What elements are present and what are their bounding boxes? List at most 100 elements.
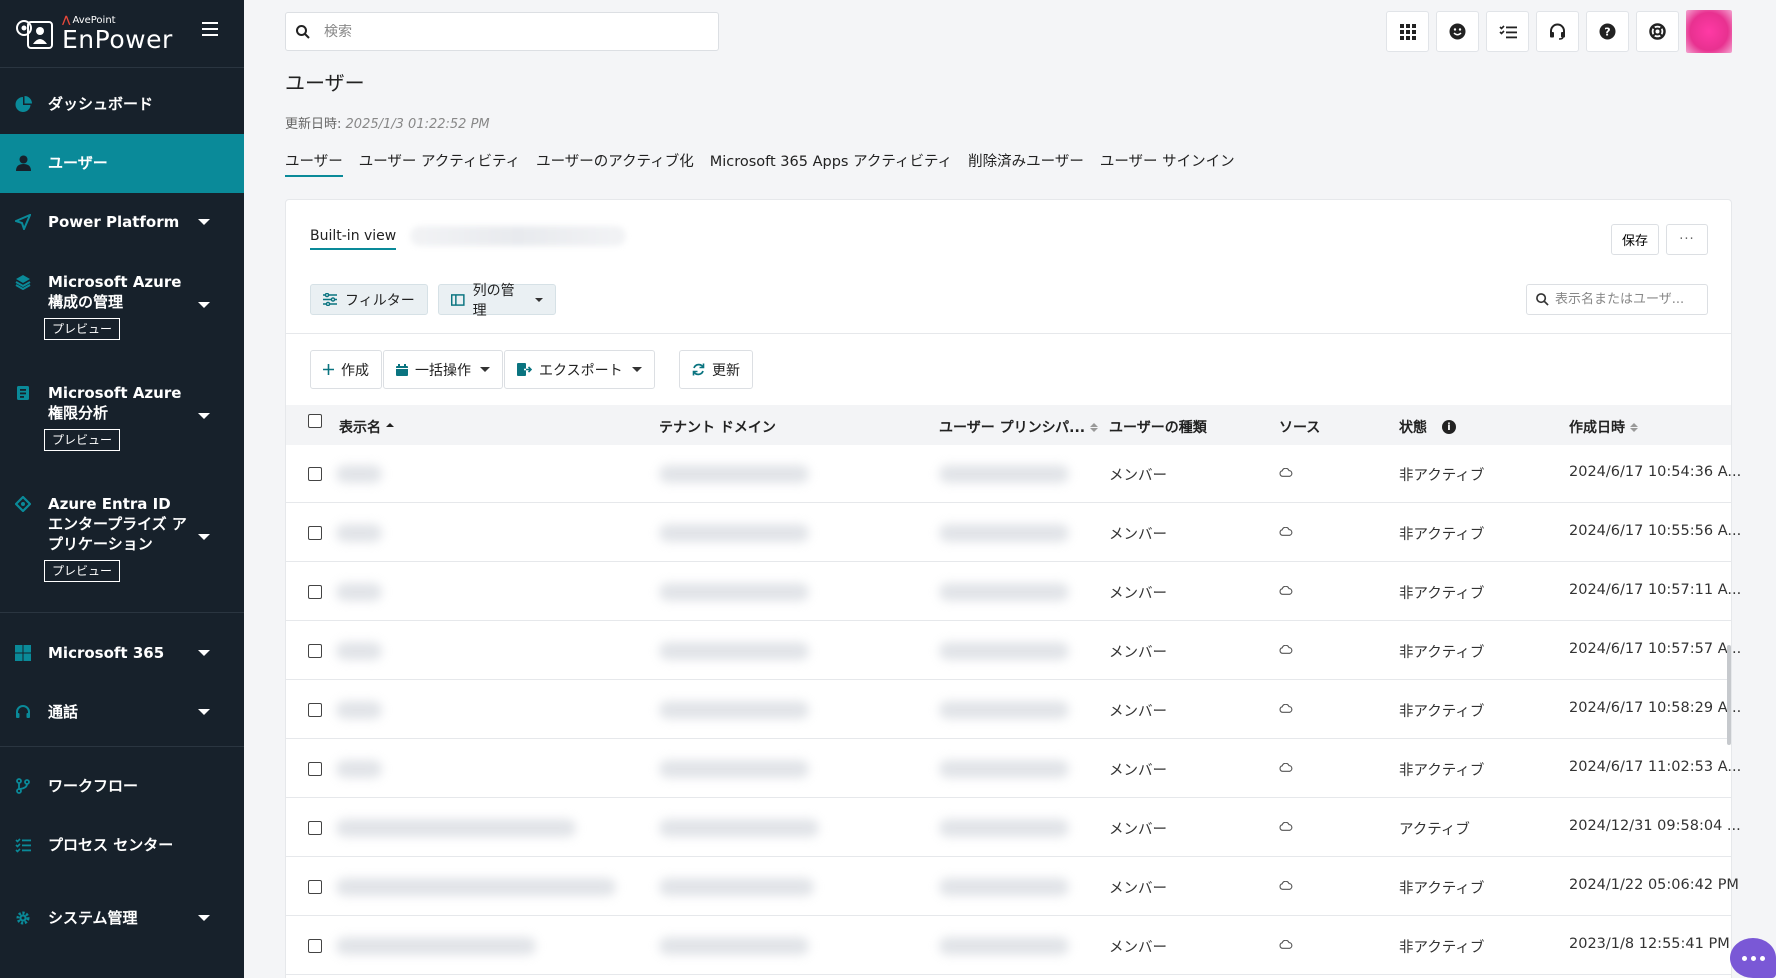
chevron-down-icon[interactable] [198, 534, 210, 540]
table-row[interactable]: メンバー 非アクティブ 2024/6/17 10:55:56 A... [286, 504, 1741, 562]
tab-deleted-users[interactable]: 削除済みユーザー [968, 150, 1084, 177]
more-options-button[interactable]: ··· [1666, 224, 1708, 255]
created-cell: 2024/6/17 10:54:36 A... [1569, 464, 1742, 480]
tab-user-activation[interactable]: ユーザーのアクティブ化 [536, 150, 694, 177]
table-scrollbar[interactable] [1727, 645, 1731, 745]
redacted-display-name[interactable] [336, 524, 382, 542]
column-display-name[interactable]: 表示名 [339, 417, 394, 437]
manage-columns-button[interactable]: 列の管理 [438, 283, 556, 319]
table-row[interactable]: メンバー 非アクティブ 2024/1/22 05:06:42 PM [286, 858, 1739, 916]
tasks-icon[interactable] [1486, 11, 1529, 52]
bulk-actions-button[interactable]: 一括操作 [383, 350, 503, 389]
calendar-icon [396, 363, 408, 376]
info-icon[interactable]: i [1442, 420, 1456, 434]
chevron-down-icon[interactable] [198, 413, 210, 419]
row-checkbox[interactable] [308, 526, 322, 540]
status-cell: 非アクティブ [1399, 645, 1485, 661]
redacted-upn [939, 878, 1069, 896]
row-checkbox[interactable] [308, 644, 322, 658]
tab-users[interactable]: ユーザー [285, 150, 343, 177]
sidebar-item-process-center[interactable]: プロセス センター [0, 835, 244, 855]
support-headset-icon[interactable] [1536, 11, 1579, 52]
tab-built-in-view[interactable]: Built-in view [310, 228, 397, 250]
chevron-down-icon[interactable] [198, 302, 210, 308]
sidebar-item-m365[interactable]: Microsoft 365 [0, 643, 244, 663]
redacted-display-name[interactable] [336, 465, 382, 483]
chevron-down-icon[interactable] [198, 650, 210, 656]
sidebar-item-power-platform[interactable]: Power Platform [0, 212, 244, 232]
column-created[interactable]: 作成日時 [1569, 417, 1638, 437]
refresh-button[interactable]: 更新 [679, 350, 753, 389]
hamburger-menu-icon[interactable] [202, 22, 218, 36]
global-search[interactable] [285, 12, 719, 51]
table-search-input[interactable] [1555, 292, 1705, 307]
redacted-view-tab[interactable] [410, 226, 627, 246]
table-row[interactable]: メンバー 非アクティブ 2023/1/8 12:55:41 PM [286, 917, 1731, 975]
sidebar-item-workflow[interactable]: ワークフロー [0, 776, 244, 796]
sidebar-item-system-admin[interactable]: システム管理 [0, 908, 244, 928]
tab-user-signin[interactable]: ユーザー サインイン [1100, 150, 1235, 177]
chevron-down-icon[interactable] [198, 915, 210, 921]
column-tenant-domain[interactable]: テナント ドメイン [659, 417, 776, 437]
svg-text:?: ? [1604, 26, 1610, 39]
table-row[interactable]: メンバー 非アクティブ 2024/6/17 10:57:57 A... [286, 622, 1741, 680]
filter-button[interactable]: フィルター [310, 284, 428, 315]
row-checkbox[interactable] [308, 703, 322, 717]
row-checkbox[interactable] [308, 939, 322, 953]
row-checkbox[interactable] [308, 467, 322, 481]
sort-icon[interactable] [1090, 422, 1099, 432]
row-checkbox[interactable] [308, 762, 322, 776]
sidebar-item-label: プロセス センター [48, 836, 174, 854]
redacted-display-name[interactable] [336, 701, 382, 719]
feedback-smiley-icon[interactable] [1436, 11, 1479, 52]
redacted-display-name[interactable] [336, 878, 616, 896]
tab-m365-apps-activity[interactable]: Microsoft 365 Apps アクティビティ [710, 150, 952, 177]
avatar[interactable] [1686, 10, 1732, 53]
help-icon[interactable]: ? [1586, 11, 1629, 52]
brand-company: ⋀ AvePoint [62, 14, 116, 26]
column-source[interactable]: ソース [1279, 417, 1320, 437]
redacted-display-name[interactable] [336, 819, 576, 837]
chevron-down-icon[interactable] [198, 709, 210, 715]
column-upn[interactable]: ユーザー プリンシパ... [939, 417, 1099, 437]
sliders-icon [323, 293, 337, 306]
row-checkbox[interactable] [308, 880, 322, 894]
global-search-input[interactable] [324, 23, 684, 40]
select-all-checkbox[interactable] [308, 414, 322, 428]
lifebuoy-icon[interactable] [1636, 11, 1679, 52]
sidebar-item-dashboard[interactable]: ダッシュボード [0, 94, 244, 114]
tab-user-activity[interactable]: ユーザー アクティビティ [359, 150, 520, 177]
sidebar-item-calls[interactable]: 通話 [0, 702, 244, 722]
sidebar-item-entra-id[interactable]: Azure Entra ID エンタープライズ アプリケーション [0, 494, 244, 574]
redacted-display-name[interactable] [336, 583, 382, 601]
create-button[interactable]: 作成 [310, 350, 382, 389]
chevron-down-icon[interactable] [198, 219, 210, 225]
sidebar-item-label: Microsoft Azure 構成の管理 [48, 273, 182, 311]
table-row[interactable]: メンバー 非アクティブ 2024/6/17 10:57:11 A... [286, 563, 1741, 621]
app-launcher-icon[interactable] [1386, 11, 1429, 52]
sidebar-item-users[interactable]: ユーザー [0, 134, 244, 193]
redacted-display-name[interactable] [336, 937, 536, 955]
column-status[interactable]: 状態 i [1399, 417, 1456, 437]
table-row[interactable]: メンバー 非アクティブ 2024/6/17 10:58:29 A... [286, 681, 1741, 739]
send-icon [14, 213, 32, 231]
table-search[interactable] [1526, 284, 1708, 315]
table-row[interactable]: メンバー アクティブ 2024/12/31 09:58:04 ... [286, 799, 1741, 857]
column-user-type[interactable]: ユーザーの種類 [1109, 417, 1207, 437]
table-row[interactable]: メンバー 非アクティブ 2024/6/17 10:54:36 A... [286, 445, 1741, 503]
redacted-display-name[interactable] [336, 642, 382, 660]
chat-assistant-button[interactable] [1730, 938, 1776, 978]
redacted-display-name[interactable] [336, 760, 382, 778]
sort-icon[interactable] [386, 422, 394, 432]
save-button[interactable]: 保存 [1610, 224, 1659, 255]
bulk-actions-label: 一括操作 [415, 362, 471, 379]
table-row[interactable]: メンバー 非アクティブ 2024/6/17 11:02:53 A... [286, 740, 1741, 798]
sidebar-item-azure-config[interactable]: Microsoft Azure 構成の管理 [0, 272, 244, 332]
row-checkbox[interactable] [308, 821, 322, 835]
sidebar-item-azure-permissions[interactable]: Microsoft Azure 権限分析 [0, 383, 244, 443]
sort-icon[interactable] [1630, 422, 1638, 432]
last-updated: 更新日時: 2025/1/3 01:22:52 PM [285, 117, 490, 132]
status-cell: 非アクティブ [1399, 527, 1485, 543]
export-button[interactable]: エクスポート [504, 350, 655, 389]
row-checkbox[interactable] [308, 585, 322, 599]
